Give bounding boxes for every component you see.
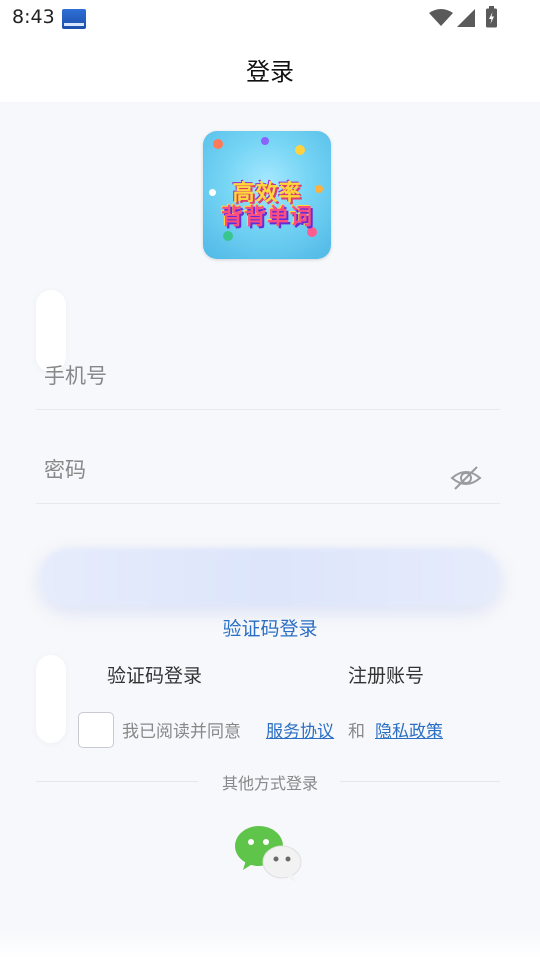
- battery-icon: [486, 6, 497, 28]
- wifi-icon: [429, 9, 453, 26]
- page-title: 登录: [246, 57, 294, 86]
- verify-code-login-link[interactable]: 验证码登录: [0, 614, 540, 641]
- eye-off-icon[interactable]: [450, 464, 482, 492]
- logo-text-line2: 背背单词: [220, 205, 313, 230]
- app-logo: 高效率 背背单词: [203, 131, 331, 259]
- privacy-policy-link[interactable]: 隐私政策: [375, 717, 443, 742]
- agreement-prefix: 我已阅读并同意: [122, 722, 241, 742]
- status-bar: 8:43: [0, 0, 540, 36]
- app-header: 登录: [0, 36, 540, 102]
- wechat-icon[interactable]: [234, 824, 304, 884]
- status-time: 8:43: [12, 6, 55, 28]
- notification-app-icon: [62, 9, 86, 29]
- login-button[interactable]: [40, 548, 500, 606]
- agreement-checkbox[interactable]: [78, 712, 114, 748]
- other-login-label: 其他方式登录: [221, 774, 318, 793]
- password-field: [36, 434, 500, 504]
- bottom-fade: [0, 930, 540, 960]
- password-input[interactable]: [44, 452, 444, 488]
- phone-input[interactable]: [44, 358, 444, 394]
- signal-icon: [457, 9, 475, 27]
- service-agreement-link[interactable]: 服务协议: [266, 717, 334, 742]
- login-screen: 8:43 登录 高效率 背背单词 手机号 验证码登录 验证码登录 注册账号 我已…: [0, 0, 540, 960]
- agreement-and: 和: [348, 722, 365, 742]
- phone-field: [36, 340, 500, 410]
- verify-code-login-option[interactable]: 验证码登录: [107, 661, 202, 688]
- side-decoration-bottom: [36, 655, 66, 743]
- register-account-link[interactable]: 注册账号: [348, 661, 424, 688]
